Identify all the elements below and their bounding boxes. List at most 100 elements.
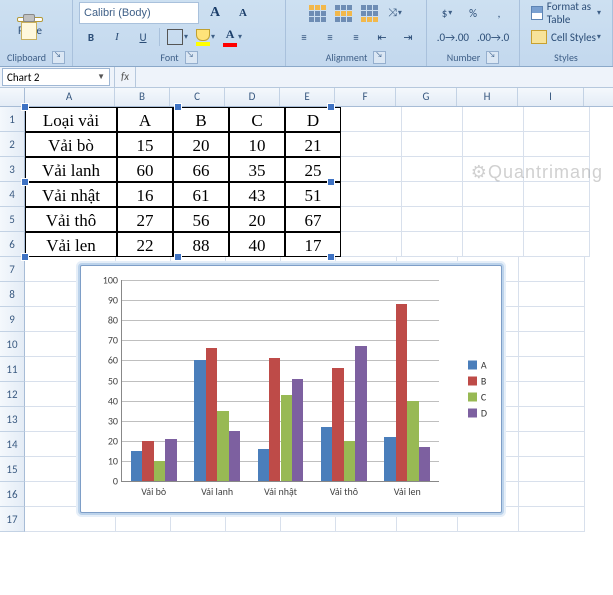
underline-button[interactable]: U: [131, 26, 155, 48]
shrink-font-button[interactable]: A: [231, 2, 255, 24]
row-header[interactable]: 5: [0, 207, 25, 232]
chart-object[interactable]: 0102030405060708090100Vải bòVải lanhVải …: [80, 265, 502, 513]
cell[interactable]: 35: [229, 157, 285, 182]
column-header[interactable]: H: [457, 88, 518, 106]
borders-button[interactable]: ▾: [164, 26, 191, 48]
name-box[interactable]: Chart 2 ▼: [2, 68, 110, 86]
cell[interactable]: [341, 157, 402, 182]
cell-styles-button[interactable]: Cell Styles▾: [526, 26, 606, 48]
selection-handle[interactable]: [327, 178, 335, 186]
row-header[interactable]: 17: [0, 507, 25, 532]
cell[interactable]: [519, 382, 585, 407]
column-header[interactable]: B: [115, 88, 170, 106]
cell[interactable]: 43: [229, 182, 285, 207]
row-header[interactable]: 16: [0, 482, 25, 507]
cell[interactable]: 67: [285, 207, 341, 232]
row-header[interactable]: 14: [0, 432, 25, 457]
cell[interactable]: [519, 257, 585, 282]
clipboard-dialog-launcher[interactable]: [52, 51, 65, 64]
increase-indent-button[interactable]: ⇥: [396, 26, 420, 48]
align-center-button[interactable]: ≡: [318, 26, 342, 48]
cell[interactable]: 22: [117, 232, 173, 257]
comma-button[interactable]: ,: [487, 2, 511, 24]
align-right-button[interactable]: ≡: [344, 26, 368, 48]
cell[interactable]: [402, 232, 463, 257]
cell[interactable]: [524, 182, 590, 207]
font-color-button[interactable]: A ▾: [220, 26, 245, 48]
cell[interactable]: [402, 207, 463, 232]
cell[interactable]: [341, 107, 402, 132]
cell[interactable]: [519, 282, 585, 307]
orientation-button[interactable]: ⤨▾: [383, 2, 407, 24]
number-dialog-launcher[interactable]: [486, 51, 499, 64]
row-header[interactable]: 12: [0, 382, 25, 407]
cell[interactable]: [463, 232, 524, 257]
row-header[interactable]: 2: [0, 132, 25, 157]
cell[interactable]: 27: [117, 207, 173, 232]
align-bottom-button[interactable]: [357, 2, 381, 24]
row-header[interactable]: 10: [0, 332, 25, 357]
cell[interactable]: Vải lanh: [25, 157, 117, 182]
column-header[interactable]: I: [518, 88, 584, 106]
cell[interactable]: [519, 457, 585, 482]
cell[interactable]: [524, 157, 590, 182]
paste-button[interactable]: Paste: [6, 16, 54, 38]
selection-handle[interactable]: [327, 253, 335, 261]
fx-button[interactable]: fx: [114, 67, 136, 87]
cell[interactable]: [402, 157, 463, 182]
selection-handle[interactable]: [327, 103, 335, 111]
cell[interactable]: [519, 357, 585, 382]
cell[interactable]: [341, 182, 402, 207]
cell[interactable]: C: [229, 107, 285, 132]
column-header[interactable]: F: [335, 88, 396, 106]
cell[interactable]: [524, 207, 590, 232]
percent-button[interactable]: %: [461, 2, 485, 24]
row-header[interactable]: 11: [0, 357, 25, 382]
alignment-dialog-launcher[interactable]: [373, 51, 386, 64]
cell[interactable]: [519, 407, 585, 432]
cell[interactable]: Vải nhật: [25, 182, 117, 207]
cell[interactable]: [519, 507, 585, 532]
cell[interactable]: [519, 482, 585, 507]
cell[interactable]: Loại vải: [25, 107, 117, 132]
cell[interactable]: 20: [229, 207, 285, 232]
cell[interactable]: [519, 307, 585, 332]
cell[interactable]: 60: [117, 157, 173, 182]
cell[interactable]: 10: [229, 132, 285, 157]
cell[interactable]: 15: [117, 132, 173, 157]
cell[interactable]: 20: [173, 132, 229, 157]
increase-decimal-button[interactable]: .0→.00: [434, 26, 472, 48]
cell[interactable]: [402, 132, 463, 157]
worksheet[interactable]: ABCDEFGHI 1Loại vảiABCD2Vải bò152010213V…: [0, 88, 613, 532]
cell[interactable]: [519, 432, 585, 457]
currency-button[interactable]: $▾: [435, 2, 459, 24]
cell[interactable]: A: [117, 107, 173, 132]
align-middle-button[interactable]: [331, 2, 355, 24]
selection-handle[interactable]: [21, 253, 29, 261]
row-header[interactable]: 9: [0, 307, 25, 332]
row-header[interactable]: 8: [0, 282, 25, 307]
cell[interactable]: [463, 207, 524, 232]
formula-input[interactable]: [136, 67, 613, 87]
align-top-button[interactable]: [305, 2, 329, 24]
cell[interactable]: [341, 207, 402, 232]
cell[interactable]: [524, 132, 590, 157]
cell[interactable]: Vải bò: [25, 132, 117, 157]
decrease-decimal-button[interactable]: .00→.0: [474, 26, 512, 48]
cell[interactable]: Vải thô: [25, 207, 117, 232]
column-header[interactable]: G: [396, 88, 457, 106]
selection-handle[interactable]: [21, 178, 29, 186]
cell[interactable]: 61: [173, 182, 229, 207]
name-box-dropdown-icon[interactable]: ▼: [97, 72, 105, 82]
cell[interactable]: [463, 182, 524, 207]
cell[interactable]: 66: [173, 157, 229, 182]
row-header[interactable]: 13: [0, 407, 25, 432]
cell[interactable]: 21: [285, 132, 341, 157]
font-dialog-launcher[interactable]: [185, 51, 198, 64]
cell[interactable]: [402, 107, 463, 132]
selection-handle[interactable]: [174, 103, 182, 111]
italic-button[interactable]: I: [105, 26, 129, 48]
cell[interactable]: [341, 132, 402, 157]
cell[interactable]: [402, 182, 463, 207]
column-header[interactable]: D: [225, 88, 280, 106]
